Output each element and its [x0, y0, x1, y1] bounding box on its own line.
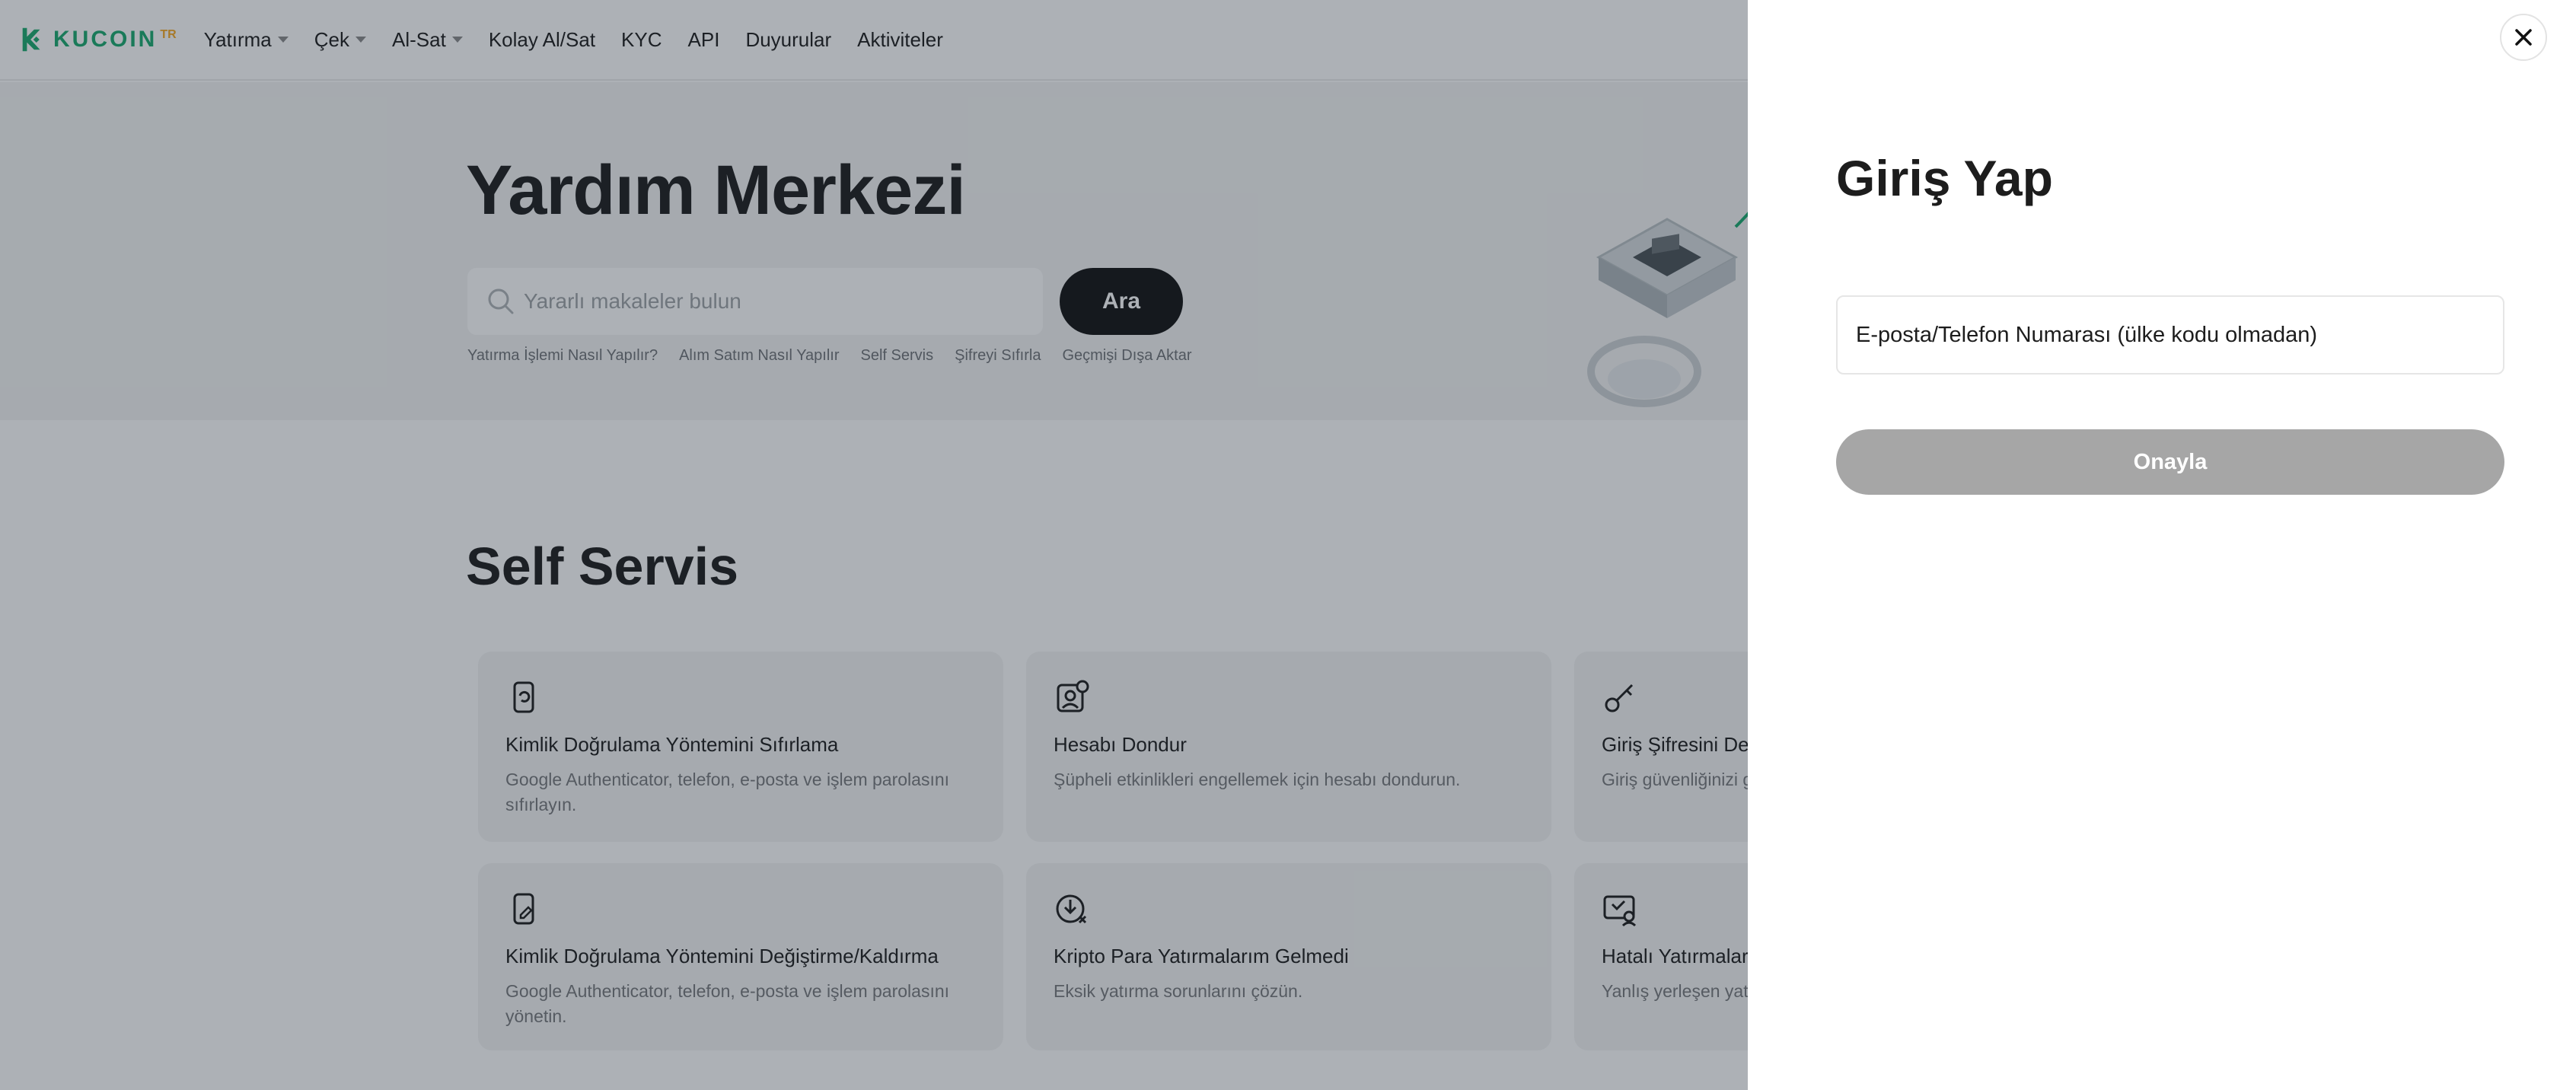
- close-button[interactable]: [2500, 14, 2547, 61]
- modal-overlay[interactable]: [0, 0, 1748, 1090]
- email-phone-input[interactable]: E-posta/Telefon Numarası (ülke kodu olma…: [1836, 295, 2504, 374]
- email-phone-placeholder: E-posta/Telefon Numarası (ülke kodu olma…: [1856, 322, 2318, 347]
- confirm-button[interactable]: Onayla: [1836, 429, 2504, 495]
- close-icon: [2515, 29, 2532, 46]
- login-title: Giriş Yap: [1836, 150, 2053, 206]
